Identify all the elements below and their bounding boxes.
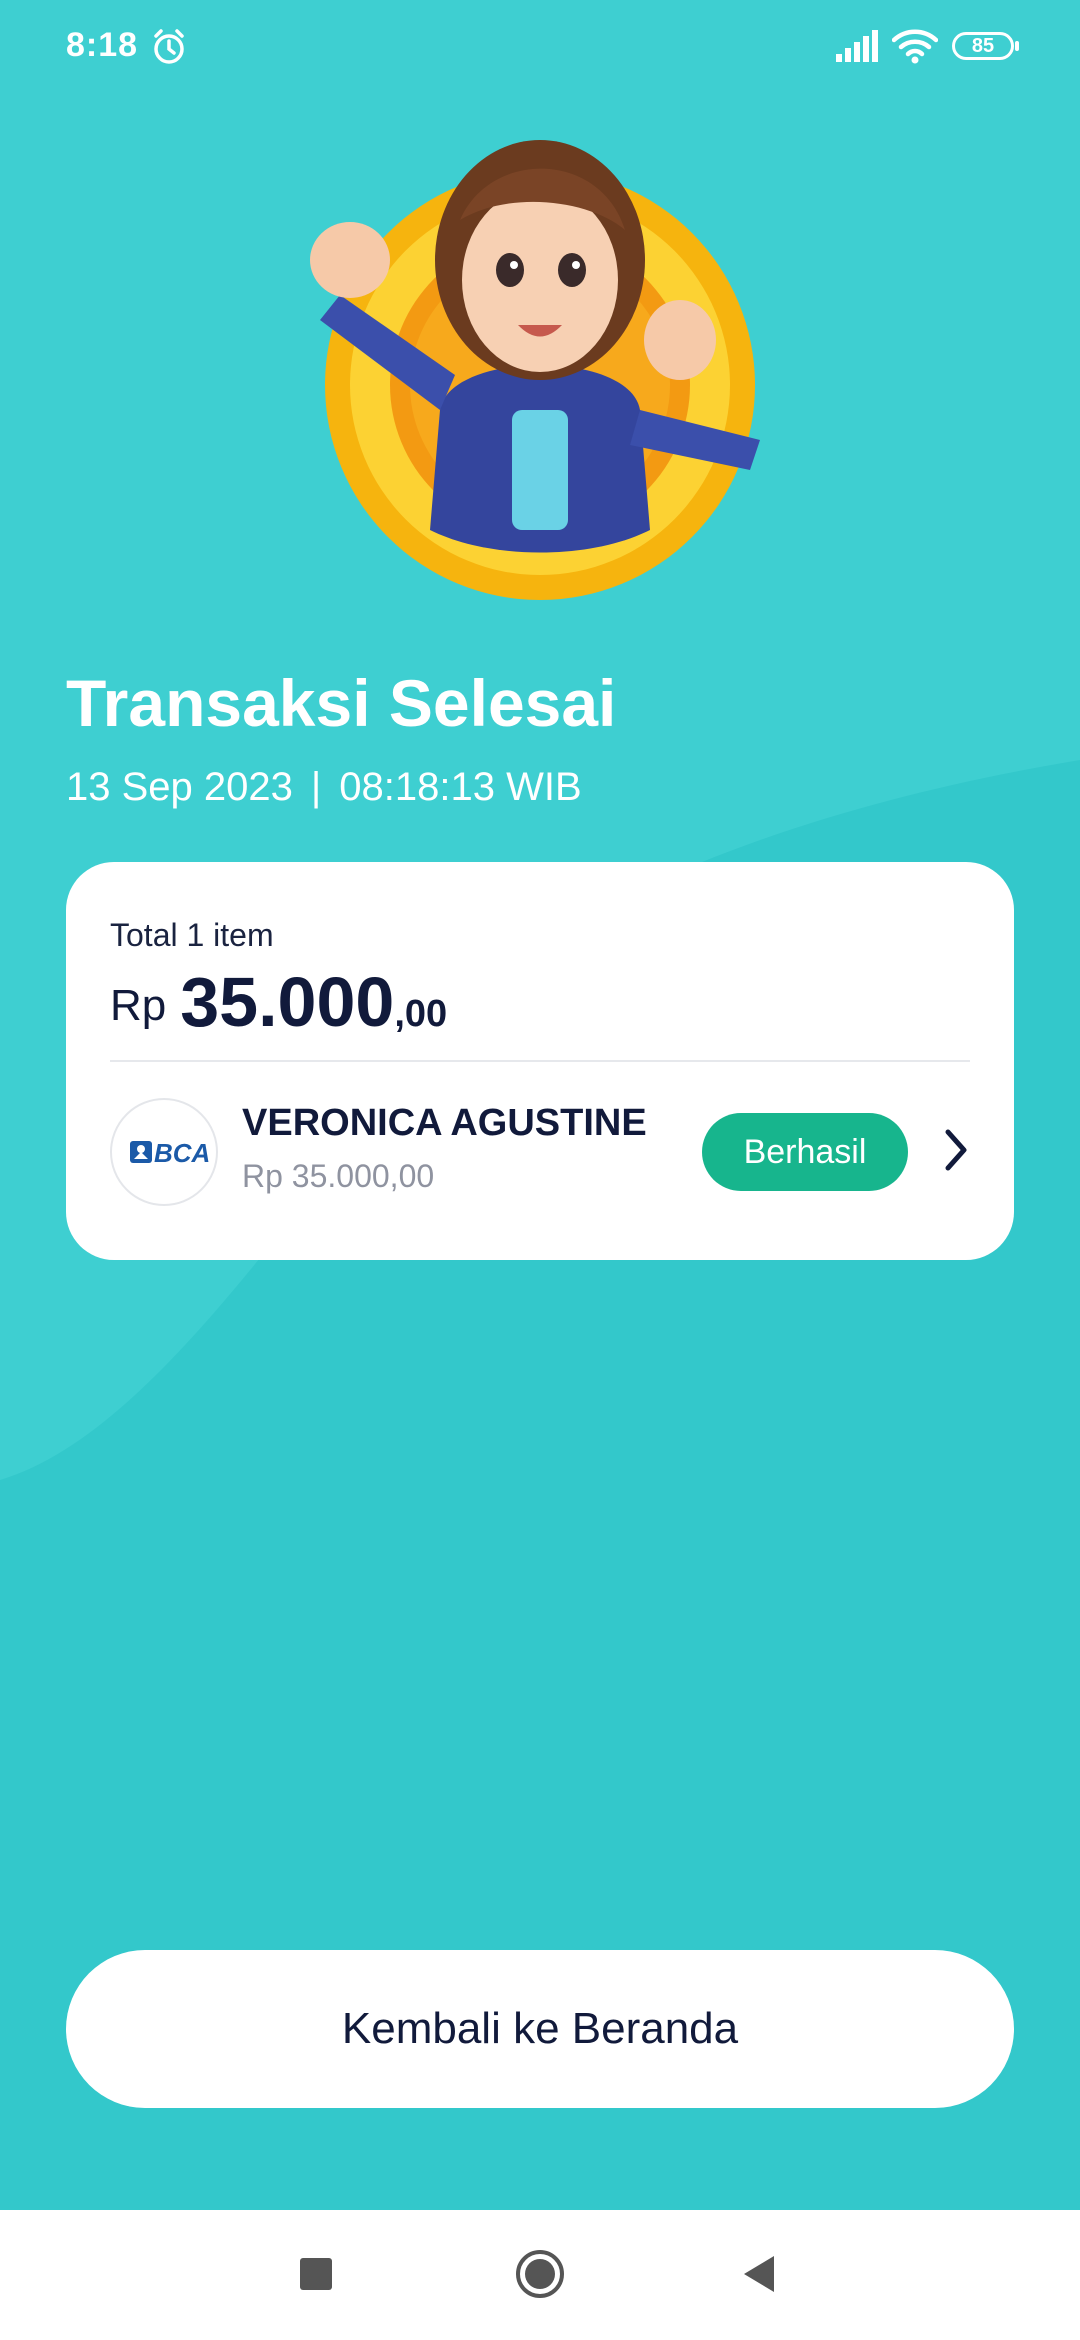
chevron-right-icon[interactable] — [942, 1128, 970, 1172]
wifi-icon — [892, 29, 938, 64]
page-title: Transaksi Selesai — [66, 666, 617, 740]
bank-logo: BCA — [110, 1098, 218, 1206]
battery-indicator: 85 — [952, 32, 1019, 60]
transaction-time: 08:18:13 WIB — [339, 765, 582, 809]
total-items-label: Total 1 item — [110, 917, 274, 953]
signal-icon — [836, 30, 878, 62]
status-badge: Berhasil — [702, 1113, 908, 1191]
bca-emblem-icon — [130, 1141, 152, 1163]
datetime-separator: | — [310, 765, 322, 809]
battery-level: 85 — [971, 35, 995, 57]
divider — [110, 1060, 970, 1062]
total-amount: Rp 35.000,00 — [110, 962, 447, 1042]
transaction-date: 13 Sep 2023 — [66, 765, 293, 809]
status-time: 8:18 — [66, 26, 139, 64]
back-to-home-button[interactable]: Kembali ke Beranda — [66, 1950, 1014, 2108]
home-circle-icon[interactable] — [514, 2248, 566, 2300]
item-amount: Rp 35.000,00 — [242, 1158, 435, 1194]
success-illustration — [310, 140, 760, 600]
transaction-datetime: 13 Sep 2023 | 08:18:13 WIB — [66, 765, 582, 810]
currency-label: Rp — [110, 981, 167, 1030]
recipient-name: VERONICA AGUSTINE — [242, 1102, 647, 1144]
transaction-summary-card: Total 1 item Rp 35.000,00 BCA VERONICA AG… — [66, 862, 1014, 1260]
navigation-bar — [0, 2210, 1080, 2340]
status-bar: 8:18 85 — [0, 0, 1080, 96]
recent-apps-square-icon[interactable] — [300, 2258, 332, 2290]
alarm-icon — [154, 29, 184, 64]
bank-name: BCA — [154, 1138, 211, 1168]
back-triangle-icon[interactable] — [740, 2254, 778, 2294]
amount-main: 35.000 — [180, 963, 395, 1041]
amount-decimal: ,00 — [394, 993, 448, 1035]
